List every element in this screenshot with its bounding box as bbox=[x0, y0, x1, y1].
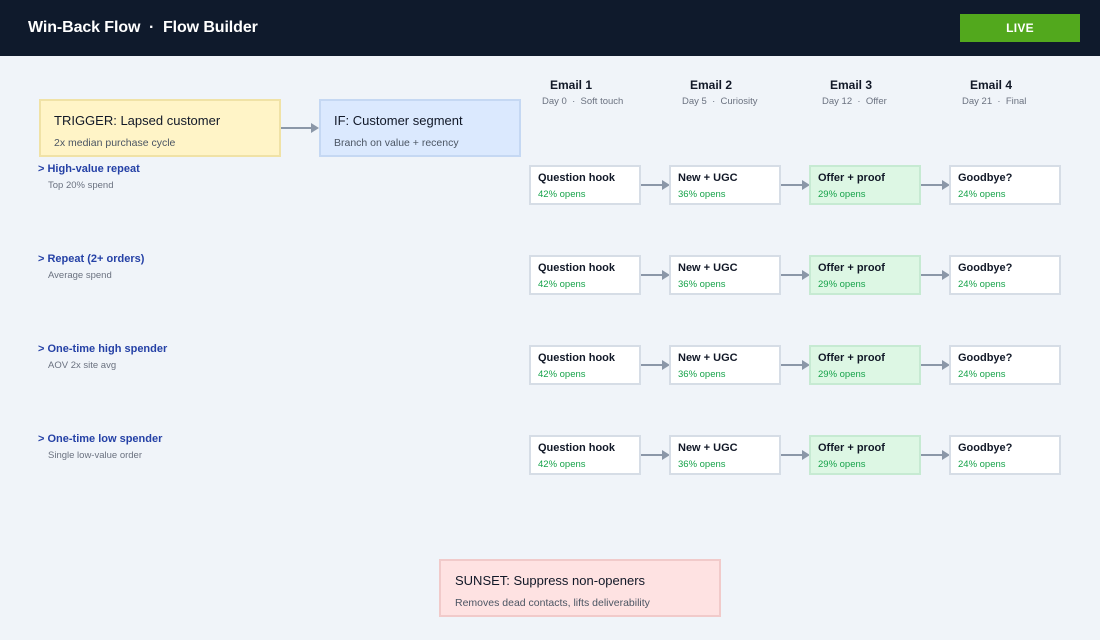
flow-arrow bbox=[921, 450, 950, 460]
segment-repeat: > Repeat (2+ orders) Average spend bbox=[38, 253, 338, 281]
email-title: Question hook bbox=[538, 442, 615, 454]
sunset-title: SUNSET: Suppress non-openers bbox=[455, 573, 646, 588]
open-rate: 36% opens bbox=[678, 279, 726, 290]
open-rate: 24% opens bbox=[958, 369, 1006, 380]
segment-one-time-high-spender: > One-time high spender AOV 2x site avg bbox=[38, 343, 338, 371]
column-header-email-4: Email 4 Day 21 · Final bbox=[962, 78, 1100, 107]
column-subtitle: Day 5 · Curiosity bbox=[682, 96, 758, 107]
email-title: Offer + proof bbox=[818, 262, 885, 274]
email-title: Question hook bbox=[538, 262, 615, 274]
column-title: Email 2 bbox=[690, 78, 733, 92]
flow-arrow bbox=[921, 360, 950, 370]
trigger-to-condition-arrow bbox=[281, 123, 319, 133]
email-card-1[interactable]: Question hook 42% opens bbox=[529, 255, 641, 295]
flow-arrow bbox=[641, 360, 670, 370]
open-rate: 29% opens bbox=[818, 459, 866, 470]
email-card-2[interactable]: New + UGC 36% opens bbox=[669, 255, 781, 295]
email-title: New + UGC bbox=[678, 442, 738, 454]
open-rate: 29% opens bbox=[818, 189, 866, 200]
flow-arrow bbox=[921, 270, 950, 280]
trigger-node[interactable]: TRIGGER: Lapsed customer 2x median purch… bbox=[39, 99, 281, 157]
open-rate: 36% opens bbox=[678, 189, 726, 200]
email-card-2[interactable]: New + UGC 36% opens bbox=[669, 345, 781, 385]
segment-label[interactable]: > One-time low spender bbox=[38, 433, 338, 445]
email-card-3[interactable]: Offer + proof 29% opens bbox=[809, 345, 921, 385]
open-rate: 36% opens bbox=[678, 369, 726, 380]
email-card-4[interactable]: Goodbye? 24% opens bbox=[949, 345, 1061, 385]
email-title: New + UGC bbox=[678, 262, 738, 274]
email-title: Goodbye? bbox=[958, 442, 1013, 454]
email-card-4[interactable]: Goodbye? 24% opens bbox=[949, 435, 1061, 475]
flow-arrow bbox=[781, 450, 810, 460]
email-title: Offer + proof bbox=[818, 352, 885, 364]
condition-subtitle: Branch on value + recency bbox=[334, 137, 459, 149]
open-rate: 24% opens bbox=[958, 279, 1006, 290]
flow-arrow bbox=[781, 180, 810, 190]
flow-arrow bbox=[641, 180, 670, 190]
condition-node[interactable]: IF: Customer segment Branch on value + r… bbox=[319, 99, 521, 157]
segment-high-value-repeat: > High-value repeat Top 20% spend bbox=[38, 163, 338, 191]
email-title: Question hook bbox=[538, 172, 615, 184]
email-title: Question hook bbox=[538, 352, 615, 364]
email-card-3[interactable]: Offer + proof 29% opens bbox=[809, 255, 921, 295]
open-rate: 42% opens bbox=[538, 189, 586, 200]
email-title: New + UGC bbox=[678, 352, 738, 364]
open-rate: 24% opens bbox=[958, 189, 1006, 200]
segment-description: Single low-value order bbox=[48, 450, 142, 461]
sunset-node[interactable]: SUNSET: Suppress non-openers Removes dea… bbox=[439, 559, 721, 617]
column-subtitle: Day 0 · Soft touch bbox=[542, 96, 624, 107]
email-title: Goodbye? bbox=[958, 172, 1013, 184]
column-header-email-3: Email 3 Day 12 · Offer bbox=[822, 78, 962, 107]
email-card-1[interactable]: Question hook 42% opens bbox=[529, 165, 641, 205]
column-subtitle: Day 21 · Final bbox=[962, 96, 1027, 107]
email-title: New + UGC bbox=[678, 172, 738, 184]
open-rate: 42% opens bbox=[538, 459, 586, 470]
segment-description: Average spend bbox=[48, 270, 112, 281]
open-rate: 42% opens bbox=[538, 369, 586, 380]
condition-title: IF: Customer segment bbox=[334, 113, 463, 128]
flow-arrow bbox=[781, 360, 810, 370]
top-bar: Win-Back Flow · Flow Builder LIVE bbox=[0, 0, 1100, 56]
flow-arrow bbox=[921, 180, 950, 190]
open-rate: 42% opens bbox=[538, 279, 586, 290]
open-rate: 24% opens bbox=[958, 459, 1006, 470]
email-card-4[interactable]: Goodbye? 24% opens bbox=[949, 255, 1061, 295]
column-title: Email 4 bbox=[970, 78, 1013, 92]
email-card-4[interactable]: Goodbye? 24% opens bbox=[949, 165, 1061, 205]
column-subtitle: Day 12 · Offer bbox=[822, 96, 887, 107]
email-title: Offer + proof bbox=[818, 172, 885, 184]
segment-label[interactable]: > High-value repeat bbox=[38, 163, 338, 175]
email-title: Goodbye? bbox=[958, 352, 1013, 364]
trigger-title: TRIGGER: Lapsed customer bbox=[54, 113, 221, 128]
email-title: Offer + proof bbox=[818, 442, 885, 454]
segment-label[interactable]: > Repeat (2+ orders) bbox=[38, 253, 338, 265]
open-rate: 36% opens bbox=[678, 459, 726, 470]
segment-label[interactable]: > One-time high spender bbox=[38, 343, 338, 355]
segment-one-time-low-spender: > One-time low spender Single low-value … bbox=[38, 433, 338, 461]
flow-arrow bbox=[781, 270, 810, 280]
page-title: Win-Back Flow · Flow Builder bbox=[28, 19, 258, 36]
column-header-email-1: Email 1 Day 0 · Soft touch bbox=[542, 78, 682, 107]
segment-description: Top 20% spend bbox=[48, 180, 114, 191]
email-card-3[interactable]: Offer + proof 29% opens bbox=[809, 165, 921, 205]
segment-description: AOV 2x site avg bbox=[48, 360, 117, 371]
open-rate: 29% opens bbox=[818, 369, 866, 380]
column-header-email-2: Email 2 Day 5 · Curiosity bbox=[682, 78, 822, 107]
open-rate: 29% opens bbox=[818, 279, 866, 290]
email-card-1[interactable]: Question hook 42% opens bbox=[529, 435, 641, 475]
flow-arrow bbox=[641, 450, 670, 460]
column-title: Email 3 bbox=[830, 78, 873, 92]
email-card-3[interactable]: Offer + proof 29% opens bbox=[809, 435, 921, 475]
email-card-2[interactable]: New + UGC 36% opens bbox=[669, 435, 781, 475]
sunset-subtitle: Removes dead contacts, lifts deliverabil… bbox=[455, 597, 650, 609]
column-title: Email 1 bbox=[550, 78, 593, 92]
live-status-button[interactable]: LIVE bbox=[960, 14, 1080, 42]
email-title: Goodbye? bbox=[958, 262, 1013, 274]
flow-arrow bbox=[641, 270, 670, 280]
trigger-subtitle: 2x median purchase cycle bbox=[54, 137, 176, 149]
email-card-1[interactable]: Question hook 42% opens bbox=[529, 345, 641, 385]
email-card-2[interactable]: New + UGC 36% opens bbox=[669, 165, 781, 205]
